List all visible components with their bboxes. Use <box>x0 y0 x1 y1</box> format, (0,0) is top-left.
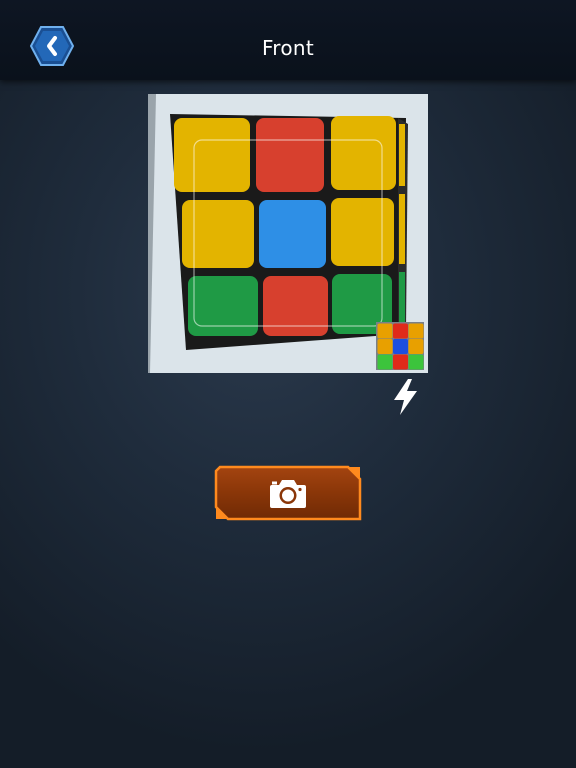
thumbnail-sticker <box>377 323 393 339</box>
cube-sticker <box>256 118 324 192</box>
thumbnail-sticker <box>393 323 408 339</box>
camera-preview <box>148 94 428 373</box>
cube-sticker <box>188 276 258 336</box>
thumbnail-sticker <box>408 354 424 370</box>
page-title: Front <box>261 36 315 60</box>
thumbnail-sticker <box>377 354 393 370</box>
thumbnail-sticker <box>393 354 408 370</box>
scanned-face-thumbnail <box>376 322 424 370</box>
header-bar: Front <box>0 0 576 80</box>
cube-sticker <box>182 200 254 268</box>
flash-toggle[interactable] <box>390 378 422 416</box>
thumbnail-sticker <box>393 339 408 354</box>
thumbnail-sticker <box>408 323 424 339</box>
camera-preview-image <box>148 94 428 373</box>
cube-sticker <box>331 116 396 190</box>
thumbnail-sticker <box>377 339 393 354</box>
cube-sticker <box>331 198 394 266</box>
cube-sticker <box>259 200 326 268</box>
lightning-icon <box>394 379 417 415</box>
cube-sticker <box>174 118 250 192</box>
thumbnail-sticker <box>408 339 424 354</box>
camera-icon <box>270 480 306 508</box>
cube-sticker <box>263 276 328 336</box>
capture-button[interactable] <box>214 465 362 521</box>
cube-face-stickers <box>174 116 396 336</box>
